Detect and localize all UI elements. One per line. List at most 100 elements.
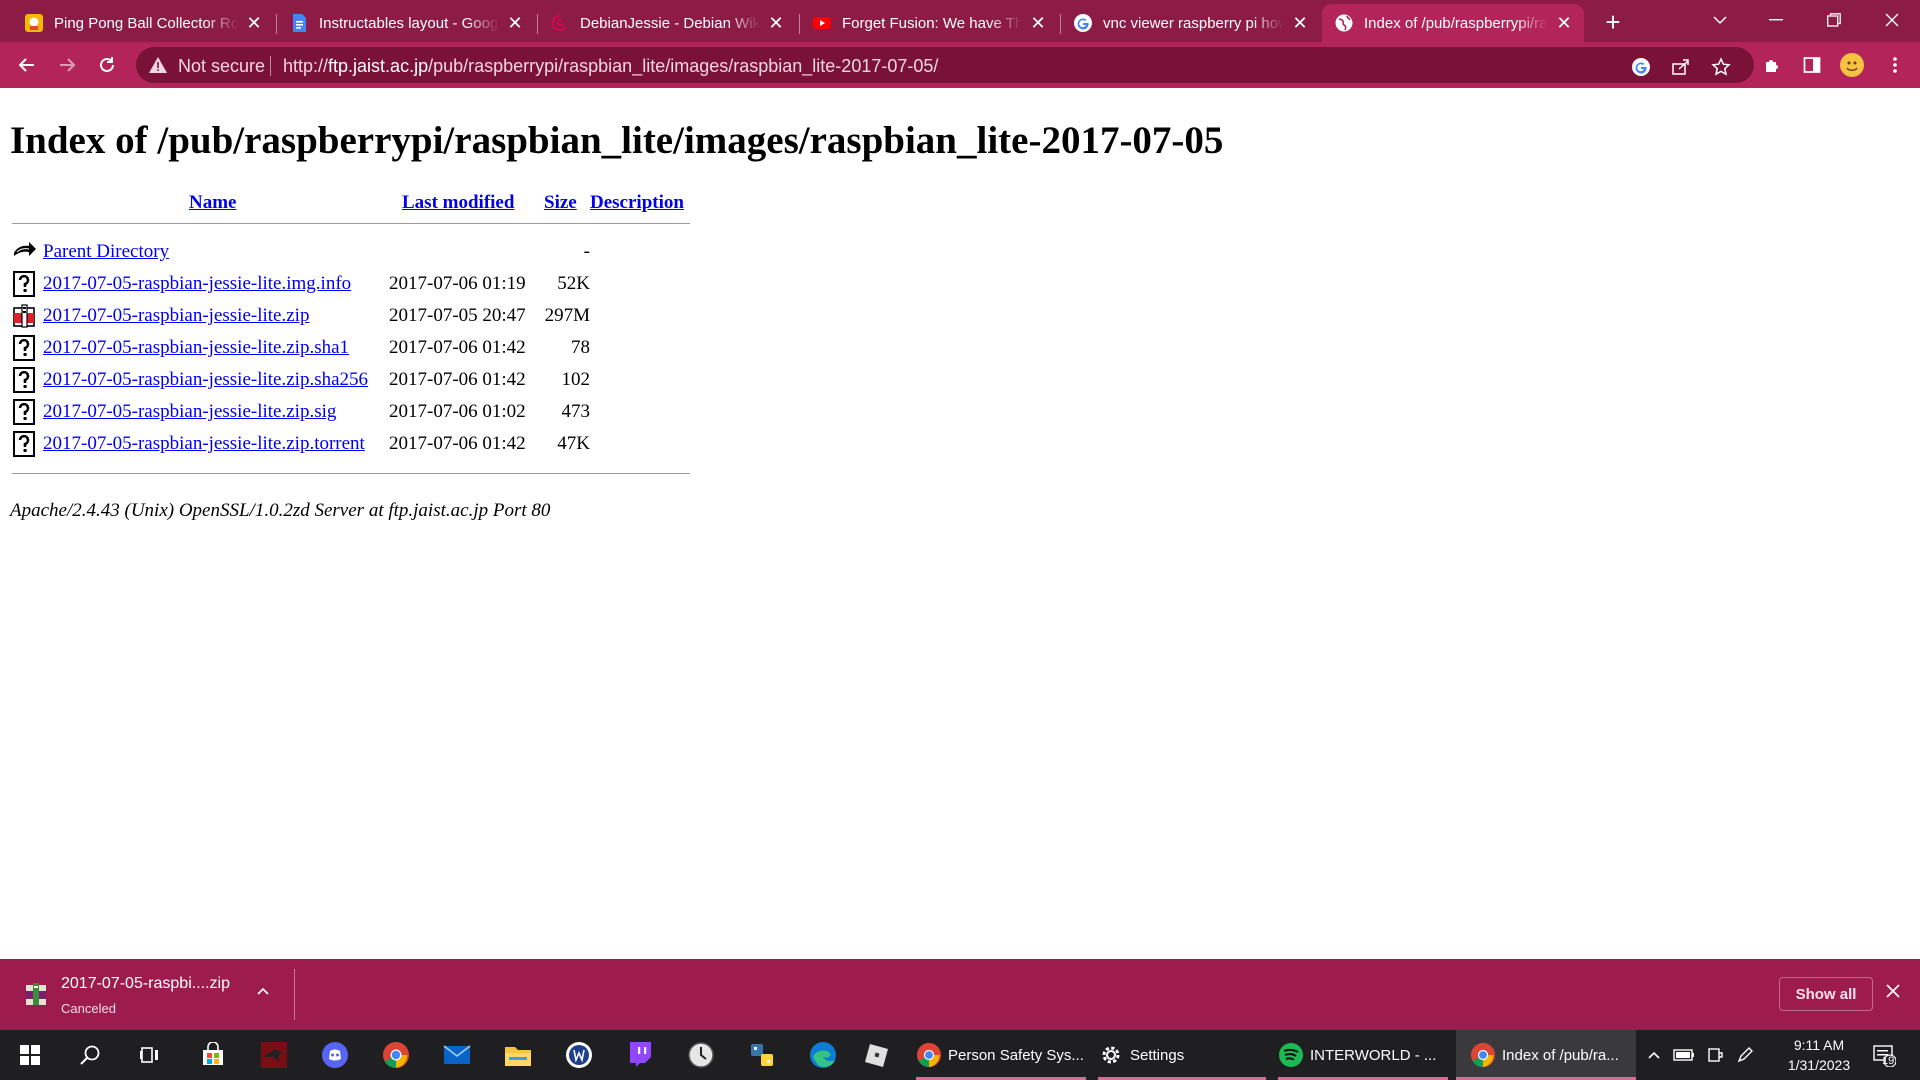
file-link[interactable]: 2017-07-05-raspbian-jessie-lite.img.info xyxy=(43,273,351,295)
network-icon[interactable] xyxy=(1702,1042,1728,1068)
omnibox-divider xyxy=(270,56,271,76)
warning-icon[interactable] xyxy=(148,55,168,75)
download-shelf: 2017-07-05-raspbi....zip Canceled Show a… xyxy=(0,959,1920,1030)
microsoft-store-icon[interactable] xyxy=(183,1030,243,1080)
game-app-icon[interactable] xyxy=(244,1030,304,1080)
bookmark-star-icon[interactable] xyxy=(1710,56,1732,78)
profile-avatar[interactable] xyxy=(1837,50,1867,80)
table-row: 2017-07-05-raspbian-jessie-lite.img.info… xyxy=(12,268,690,300)
tab-title: Ping Pong Ball Collector Robot xyxy=(54,14,238,32)
python-icon[interactable] xyxy=(732,1030,792,1080)
chevron-up-icon[interactable] xyxy=(256,983,270,1001)
task-view-icon[interactable] xyxy=(120,1030,180,1080)
globe-icon xyxy=(1334,13,1354,33)
last-modified-cell: 2017-07-05 20:47 xyxy=(389,305,526,326)
size-cell: 102 xyxy=(561,369,591,390)
column-header-name[interactable]: Name xyxy=(189,192,236,214)
column-header-last-modified[interactable]: Last modified xyxy=(402,192,514,214)
file-link[interactable]: 2017-07-05-raspbian-jessie-lite.zip.torr… xyxy=(43,433,365,455)
windows-start-icon[interactable] xyxy=(0,1030,60,1080)
pen-icon[interactable] xyxy=(1732,1042,1758,1068)
last-modified-cell: 2017-07-06 01:02 xyxy=(389,401,526,422)
tab-instructables-doc[interactable]: Instructables layout - Google Docs ✕ xyxy=(277,4,535,42)
minimize-button[interactable] xyxy=(1748,0,1804,40)
twitch-icon[interactable] xyxy=(610,1030,670,1080)
tab-close-icon[interactable]: ✕ xyxy=(1290,13,1310,33)
file-explorer-icon[interactable] xyxy=(488,1030,548,1080)
url-prefix: http:// xyxy=(283,56,329,76)
taskbar-app-label: Settings xyxy=(1130,1046,1185,1064)
close-shelf-icon[interactable] xyxy=(1886,981,1900,1004)
tab-close-icon[interactable]: ✕ xyxy=(1028,13,1048,33)
file-link[interactable]: 2017-07-05-raspbian-jessie-lite.zip.sha2… xyxy=(43,369,368,391)
edge-icon[interactable] xyxy=(793,1030,853,1080)
taskbar-app-settings[interactable]: Settings xyxy=(1098,1030,1266,1080)
tab-close-icon[interactable]: ✕ xyxy=(766,13,786,33)
battery-icon[interactable] xyxy=(1671,1042,1697,1068)
file-link[interactable]: 2017-07-05-raspbian-jessie-lite.zip.sha1 xyxy=(43,337,349,359)
taskbar-app-chrome-index[interactable]: Index of /pub/ra... xyxy=(1456,1030,1636,1080)
show-all-button[interactable]: Show all xyxy=(1779,977,1873,1011)
notification-center-icon[interactable]: 19 xyxy=(1869,1042,1899,1068)
page-content: Index of /pub/raspberrypi/raspbian_lite/… xyxy=(0,88,1920,959)
column-header-description[interactable]: Description xyxy=(590,192,684,214)
discord-icon[interactable] xyxy=(305,1030,365,1080)
forward-button[interactable] xyxy=(52,50,82,80)
writer-app-icon[interactable] xyxy=(549,1030,609,1080)
google-lens-icon[interactable] xyxy=(1630,56,1652,78)
tab-strip: Ping Pong Ball Collector Robot ✕ Instruc… xyxy=(0,0,1920,42)
taskbar-app-label: Index of /pub/ra... xyxy=(1502,1046,1619,1064)
chrome-icon[interactable] xyxy=(366,1030,426,1080)
restore-button[interactable] xyxy=(1806,0,1862,40)
taskbar-app-person-safety[interactable]: Person Safety Sys... xyxy=(916,1030,1086,1080)
extensions-puzzle-icon[interactable] xyxy=(1757,50,1787,80)
unknown-file-icon xyxy=(12,367,38,393)
search-icon[interactable] xyxy=(60,1030,120,1080)
address-bar[interactable]: Not secure http://ftp.jaist.ac.jp/pub/ra… xyxy=(136,47,1754,83)
tab-youtube[interactable]: Forget Fusion: We have The ✕ xyxy=(800,4,1058,42)
table-row: 2017-07-05-raspbian-jessie-lite.zip.sha1… xyxy=(12,332,690,364)
footer-divider xyxy=(12,473,690,474)
close-window-button[interactable] xyxy=(1864,0,1920,40)
clock-app-icon[interactable] xyxy=(671,1030,731,1080)
more-menu-icon[interactable] xyxy=(1880,50,1910,80)
new-tab-button[interactable]: + xyxy=(1598,7,1628,37)
table-row: 2017-07-05-raspbian-jessie-lite.zip.sig … xyxy=(12,396,690,428)
tab-debian-wiki[interactable]: DebianJessie - Debian Wiki ✕ xyxy=(538,4,796,42)
download-divider xyxy=(294,969,295,1020)
browser-toolbar: Not secure http://ftp.jaist.ac.jp/pub/ra… xyxy=(0,42,1920,88)
tab-close-icon[interactable]: ✕ xyxy=(505,13,525,33)
header-divider xyxy=(12,223,690,224)
table-row: 2017-07-05-raspbian-jessie-lite.zip 2017… xyxy=(12,300,690,332)
taskbar-app-spotify[interactable]: INTERWORLD - ... xyxy=(1278,1030,1448,1080)
security-label[interactable]: Not secure xyxy=(178,56,265,77)
unknown-file-icon xyxy=(12,399,38,425)
tab-ping-pong[interactable]: Ping Pong Ball Collector Robot ✕ xyxy=(12,4,274,42)
download-file-name[interactable]: 2017-07-05-raspbi....zip xyxy=(61,975,230,993)
system-clock[interactable]: 9:11 AM 1/31/2023 xyxy=(1764,1035,1874,1075)
mail-icon[interactable] xyxy=(427,1030,487,1080)
last-modified-cell: 2017-07-06 01:19 xyxy=(389,273,526,294)
file-link[interactable]: 2017-07-05-raspbian-jessie-lite.zip xyxy=(43,305,309,327)
roblox-icon[interactable] xyxy=(847,1030,907,1080)
share-icon[interactable] xyxy=(1670,56,1692,78)
size-cell: 78 xyxy=(571,337,590,358)
tab-vnc-search[interactable]: vnc viewer raspberry pi how ✕ xyxy=(1061,4,1320,42)
size-cell: 473 xyxy=(561,401,591,422)
tab-index-active[interactable]: Index of /pub/raspberrypi/ra ✕ xyxy=(1322,4,1584,42)
side-panel-icon[interactable] xyxy=(1797,50,1827,80)
download-status: Canceled xyxy=(61,1001,116,1016)
reload-button[interactable] xyxy=(92,50,122,80)
parent-directory-link[interactable]: Parent Directory xyxy=(43,241,169,263)
file-link[interactable]: 2017-07-05-raspbian-jessie-lite.zip.sig xyxy=(43,401,336,423)
tray-chevron-up-icon[interactable] xyxy=(1641,1042,1667,1068)
tab-close-icon[interactable]: ✕ xyxy=(1554,13,1574,33)
back-button[interactable] xyxy=(12,50,42,80)
compressed-file-icon xyxy=(24,981,48,1007)
tab-close-icon[interactable]: ✕ xyxy=(244,13,264,33)
clock-time: 9:11 AM xyxy=(1793,1037,1845,1053)
tab-search-chevron-icon[interactable] xyxy=(1692,0,1748,40)
column-header-size[interactable]: Size xyxy=(544,192,577,214)
clock-date: 1/31/2023 xyxy=(1787,1057,1851,1073)
url-text[interactable]: http://ftp.jaist.ac.jp/pub/raspberrypi/r… xyxy=(283,56,938,77)
